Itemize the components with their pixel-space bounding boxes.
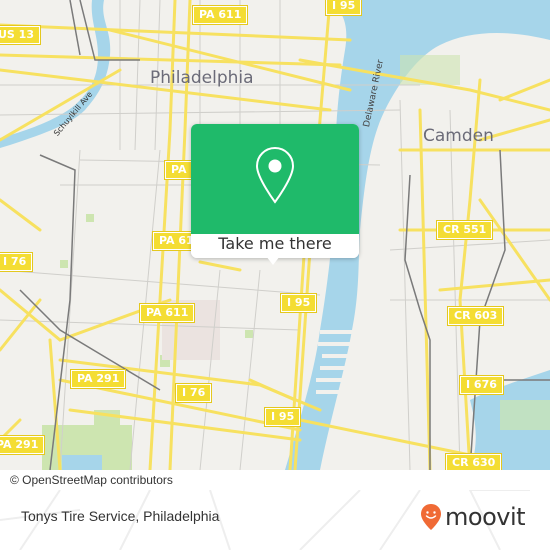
road-shield: I 95: [324, 0, 363, 16]
road-shield: CR 551: [435, 220, 494, 240]
moovit-logo[interactable]: moovit: [420, 503, 526, 531]
road-shield: I 76: [0, 252, 34, 272]
popup-pointer: [266, 256, 280, 265]
road-shield: I 676: [459, 375, 504, 395]
road-shield: I 76: [174, 383, 213, 403]
road-shield: US 13: [0, 25, 41, 45]
pond: [62, 455, 102, 470]
road-shield: PA 611: [138, 303, 196, 323]
road-shield: CR 603: [446, 306, 505, 326]
map[interactable]: Philadelphia Camden Delaware River Schuy…: [0, 0, 550, 470]
road-shield: PA 291: [69, 369, 127, 389]
road-shield: PA 611: [191, 5, 249, 25]
moovit-wordmark: moovit: [445, 503, 526, 531]
city-label-philadelphia: Philadelphia: [150, 68, 254, 88]
schuylkill-river: [0, 0, 111, 148]
place-name: Tonys Tire Service, Philadelphia: [21, 508, 220, 524]
moovit-pin-icon: [421, 504, 441, 530]
location-popup[interactable]: Take me there: [191, 124, 359, 258]
map-pin-icon: [255, 146, 295, 204]
road-shield: CR 630: [444, 453, 503, 470]
popup-header: [191, 124, 359, 234]
map-attribution[interactable]: © OpenStreetMap contributors: [0, 470, 179, 490]
road-shield: I 95: [263, 407, 302, 427]
road-shield: I 95: [279, 293, 318, 313]
take-me-there-button[interactable]: Take me there: [191, 234, 359, 258]
road-shield: PA 291: [0, 435, 46, 455]
city-label-camden: Camden: [423, 126, 494, 146]
